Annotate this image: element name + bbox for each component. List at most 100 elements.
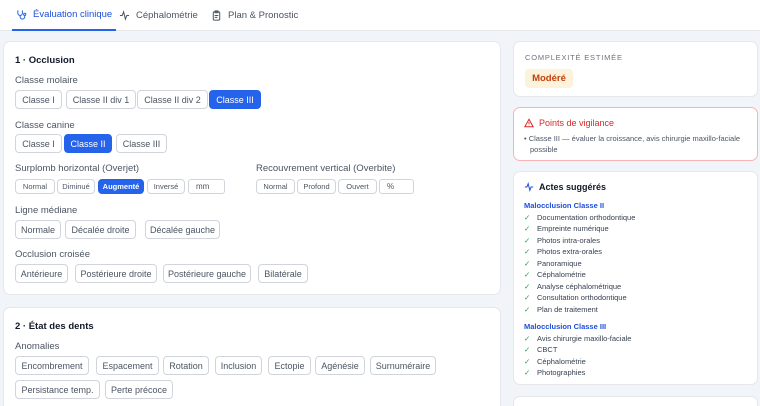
anomalie-persistance-temp[interactable]: Persistance temp. — [15, 380, 100, 399]
acte-item-text: CBCT — [537, 345, 558, 354]
overjet-mm-input[interactable]: mm — [188, 179, 225, 194]
acte-item-text: Panoramique — [537, 258, 582, 268]
actes-title-text: Actes suggérés — [539, 182, 607, 192]
anomalie-inclusion[interactable]: Inclusion — [215, 356, 262, 375]
overjet-option-augmente[interactable]: Augmenté — [98, 179, 144, 194]
tab-evaluation-clinique[interactable]: Évaluation clinique — [12, 0, 117, 31]
mediane-option-normale[interactable]: Normale — [15, 220, 61, 239]
overbite-option-ouvert[interactable]: Ouvert — [338, 179, 377, 194]
anomalie-rotation[interactable]: Rotation — [163, 356, 209, 375]
check-icon: ✓ — [524, 345, 531, 354]
acte-item: ✓ Plan de traitement — [524, 304, 598, 314]
croisee-option-bilaterale[interactable]: Bilatérale — [258, 264, 308, 283]
overjet-option-inverse[interactable]: Inversé — [147, 179, 185, 194]
acte-item-text: Avis chirurgie maxillo-faciale — [537, 333, 632, 343]
actes-group-title: Malocclusion Classe II — [524, 201, 605, 210]
check-icon: ✓ — [524, 270, 531, 279]
classe-canine-label: Classe canine — [15, 120, 75, 131]
anomalie-espacement[interactable]: Espacement — [96, 356, 159, 375]
croisee-option-posterieure-gauche[interactable]: Postérieure gauche — [163, 264, 251, 283]
molaire-option-classe-ii-div-2[interactable]: Classe II div 2 — [137, 90, 208, 109]
acte-item: ✓ Céphalométrie — [524, 270, 586, 280]
vigilance-alert: Points de vigilance • Classe III — évalu… — [513, 107, 758, 161]
complexite-label: COMPLEXITÉ ESTIMÉE — [525, 53, 623, 62]
molaire-option-classe-ii-div-1[interactable]: Classe II div 1 — [66, 90, 136, 109]
vigilance-item: • Classe III — évaluer la croissance, av… — [524, 134, 741, 154]
occlusion-croisee-label: Occlusion croisée — [15, 249, 90, 260]
next-card — [513, 396, 758, 406]
actes-suggeres-card: Actes suggérés Malocclusion Classe II ✓ D… — [513, 171, 758, 385]
overjet-option-normal[interactable]: Normal — [15, 179, 55, 194]
acte-item: ✓ Céphalométrie — [524, 356, 586, 366]
acte-item: ✓ Avis chirurgie maxillo-faciale — [524, 333, 631, 343]
section-title: 1 · Occlusion — [15, 55, 75, 66]
mediane-option-decalee-gauche[interactable]: Décalée gauche — [145, 220, 220, 239]
overbite-percent-input[interactable]: % — [379, 179, 414, 194]
check-icon: ✓ — [524, 368, 531, 377]
anomalie-perte-precoce[interactable]: Perte précoce — [105, 380, 173, 399]
acte-item-text: Photos intra-orales — [537, 235, 600, 245]
overbite-label: Recouvrement vertical (Overbite) — [256, 163, 396, 174]
acte-item-text: Céphalométrie — [537, 356, 586, 366]
canine-option-classe-i[interactable]: Classe I — [15, 134, 62, 153]
acte-item: ✓ Photographies — [524, 368, 585, 378]
occlusion-card: 1 · Occlusion Classe molaire Classe I Cl… — [3, 41, 501, 295]
check-icon: ✓ — [524, 235, 531, 245]
acte-item-text: Empreinte numérique — [537, 224, 609, 233]
anomalie-ectopie[interactable]: Ectopie — [268, 356, 311, 375]
acte-item-text: Analyse céphalométrique — [537, 281, 622, 291]
acte-item: ✓ Empreinte numérique — [524, 224, 609, 234]
tab-label: Évaluation clinique — [33, 9, 113, 20]
mediane-option-decalee-droite[interactable]: Décalée droite — [65, 220, 136, 239]
anomalie-agenesie[interactable]: Agénésie — [315, 356, 365, 375]
etat-des-dents-card: 2 · État des dents Anomalies Encombremen… — [3, 307, 501, 406]
acte-item: ✓ Photos intra-orales — [524, 235, 600, 245]
warning-triangle-icon — [524, 118, 534, 128]
acte-item-text: Plan de traitement — [537, 304, 598, 314]
croisee-option-posterieure-droite[interactable]: Postérieure droite — [75, 264, 157, 283]
check-icon: ✓ — [524, 224, 531, 233]
acte-item: ✓ Consultation orthodontique — [524, 293, 627, 303]
acte-item: ✓ Photos extra-orales — [524, 247, 602, 257]
overjet-option-diminue[interactable]: Diminué — [57, 179, 95, 194]
vigilance-item-text: possible — [530, 144, 558, 154]
anomalie-encombrement[interactable]: Encombrement — [15, 356, 89, 375]
activity-icon — [524, 182, 534, 192]
complexite-card: COMPLEXITÉ ESTIMÉE Modéré — [513, 41, 758, 97]
section-title: 2 · État des dents — [15, 321, 94, 332]
overbite-option-profond[interactable]: Profond — [297, 179, 336, 194]
croisee-option-anterieure[interactable]: Antérieure — [15, 264, 68, 283]
check-icon: ✓ — [524, 212, 531, 222]
check-icon: ✓ — [524, 333, 531, 343]
actes-group-title: Malocclusion Classe III — [524, 322, 607, 331]
overbite-option-normal[interactable]: Normal — [256, 179, 295, 194]
anomalies-label: Anomalies — [15, 341, 60, 352]
acte-item: ✓ Panoramique — [524, 258, 582, 268]
check-icon: ✓ — [524, 356, 531, 366]
molaire-option-classe-iii[interactable]: Classe III — [209, 90, 261, 109]
acte-item: ✓ CBCT — [524, 345, 557, 355]
overjet-label: Surplomb horizontal (Overjet) — [15, 163, 140, 174]
tab-cephalometrie[interactable]: Céphalométrie — [119, 0, 198, 31]
vigilance-item-text: Classe III — évaluer la croissance, avis… — [528, 134, 741, 143]
molaire-option-classe-i[interactable]: Classe I — [15, 90, 62, 109]
acte-item-text: Consultation orthodontique — [537, 293, 627, 302]
canine-option-classe-ii[interactable]: Classe II — [64, 134, 112, 153]
tab-plan-pronostic[interactable]: Plan & Pronostic — [211, 0, 298, 31]
acte-item: ✓ Documentation orthodontique — [524, 212, 635, 222]
canine-option-classe-iii[interactable]: Classe III — [116, 134, 167, 153]
activity-icon — [119, 10, 130, 21]
anomalie-surnumeraire[interactable]: Surnuméraire — [370, 356, 436, 375]
acte-item-text: Photographies — [537, 368, 586, 377]
acte-item-text: Céphalométrie — [537, 270, 586, 279]
tab-bar: Évaluation clinique Céphalométrie Plan &… — [0, 0, 760, 31]
complexite-badge: Modéré — [525, 69, 573, 88]
vigilance-title: Points de vigilance — [524, 118, 614, 128]
vigilance-title-text: Points de vigilance — [539, 118, 615, 128]
check-icon: ✓ — [524, 281, 531, 291]
clipboard-icon — [212, 10, 221, 21]
actes-title: Actes suggérés — [524, 182, 606, 192]
acte-item-text: Documentation orthodontique — [537, 212, 636, 222]
check-icon: ✓ — [524, 293, 531, 302]
check-icon: ✓ — [524, 304, 531, 314]
